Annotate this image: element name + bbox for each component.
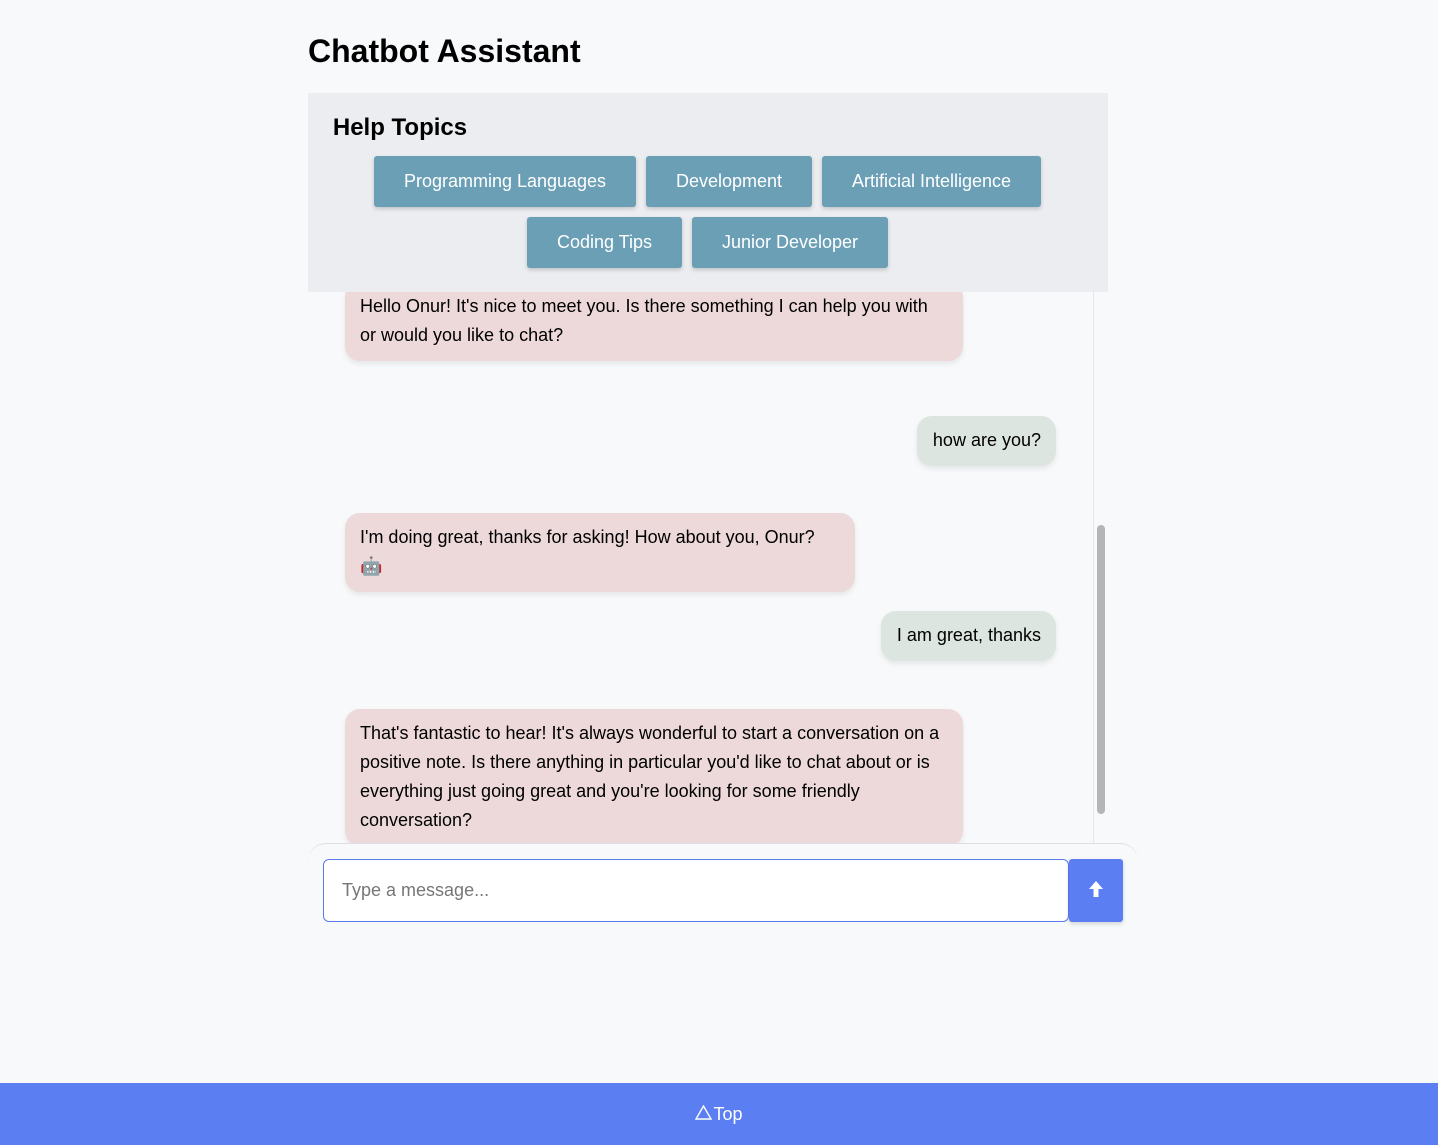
topic-button-coding-tips[interactable]: Coding Tips bbox=[527, 217, 682, 268]
chat-scrollbar-thumb[interactable] bbox=[1097, 525, 1105, 814]
back-to-top-link[interactable]: Top bbox=[695, 1103, 743, 1125]
message-text: how are you? bbox=[932, 430, 1041, 450]
user-message: how are you? bbox=[917, 416, 1056, 466]
footer: Top bbox=[0, 1083, 1438, 1145]
message-text: That's fantastic to hear! It's always wo… bbox=[360, 723, 940, 830]
chat-messages[interactable]: Hello Onur! It's nice to meet you. Is th… bbox=[308, 292, 1108, 843]
send-button[interactable] bbox=[1069, 859, 1123, 922]
message-input[interactable] bbox=[323, 859, 1069, 922]
message-text: I am great, thanks bbox=[896, 625, 1041, 645]
topic-button-programming-languages[interactable]: Programming Languages bbox=[374, 156, 636, 207]
arrow-up-icon bbox=[1089, 881, 1103, 900]
topic-button-development[interactable]: Development bbox=[646, 156, 812, 207]
message-text: I'm doing great, thanks for asking! How … bbox=[360, 527, 815, 576]
user-message: I am great, thanks bbox=[881, 611, 1056, 661]
bot-message: Hello Onur! It's nice to meet you. Is th… bbox=[345, 292, 963, 361]
message-text: Hello Onur! It's nice to meet you. Is th… bbox=[360, 296, 928, 345]
topic-button-artificial-intelligence[interactable]: Artificial Intelligence bbox=[822, 156, 1041, 207]
page-title: Chatbot Assistant bbox=[308, 33, 581, 69]
topic-button-junior-developer[interactable]: Junior Developer bbox=[692, 217, 888, 268]
bot-message: That's fantastic to hear! It's always wo… bbox=[345, 709, 963, 843]
back-to-top-label: Top bbox=[713, 1103, 743, 1124]
triangle-up-icon bbox=[695, 1104, 713, 1125]
help-topics-title: Help Topics bbox=[332, 114, 468, 141]
bot-message: I'm doing great, thanks for asking! How … bbox=[345, 513, 855, 592]
